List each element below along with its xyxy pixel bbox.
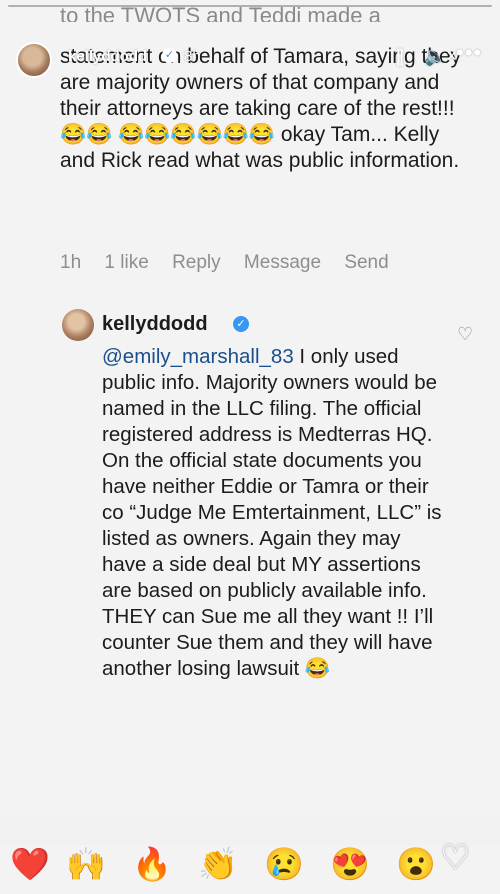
like-story-icon[interactable]: ♡: [440, 838, 480, 878]
story-timestamp: 8h: [184, 48, 201, 65]
comment-time: 1h: [60, 252, 82, 273]
reply-avatar[interactable]: [62, 309, 94, 341]
story-username[interactable]: kellyddodd: [68, 48, 147, 65]
mute-icon[interactable]: 🔈×: [424, 46, 457, 67]
reaction-heart-eyes-icon[interactable]: 😍: [330, 846, 370, 882]
quick-reactions-bar: ❤️ 🙌 🔥 👏 😢 😍 😮: [0, 840, 500, 894]
like-comment-icon[interactable]: ♡: [457, 324, 473, 345]
bottom-fade: [0, 805, 500, 845]
send-button[interactable]: Send: [344, 252, 388, 273]
reply-verified-icon: ✓: [233, 316, 249, 332]
reaction-raising-hands-icon[interactable]: 🙌: [66, 846, 106, 882]
more-options-icon[interactable]: •••: [456, 40, 482, 66]
reply-username[interactable]: kellyddodd: [102, 313, 208, 336]
message-button[interactable]: Message: [244, 252, 321, 273]
reaction-surprised-face-icon[interactable]: 😮: [396, 846, 436, 882]
reaction-clapping-hands-icon[interactable]: 👏: [198, 846, 238, 882]
reply-text: @emily_marshall_83 I only used public in…: [102, 344, 442, 682]
pause-icon[interactable]: ||: [396, 46, 404, 67]
verified-badge-icon: ✓: [162, 48, 177, 63]
clipped-comment-text: to the TWOTS and Teddi made a: [60, 4, 381, 22]
story-header: kellyddodd ✓ 8h || 🔈× •••: [0, 40, 500, 82]
reaction-crying-face-icon[interactable]: 😢: [264, 846, 304, 882]
reaction-heart-icon[interactable]: ❤️: [10, 846, 50, 882]
reaction-fire-icon[interactable]: 🔥: [132, 846, 172, 882]
reply-body-text: I only used public info. Majority owners…: [102, 345, 442, 680]
comment-actions: 1h 1 like Reply Message Send: [60, 252, 407, 274]
comment-likes[interactable]: 1 like: [104, 252, 148, 273]
mention-link[interactable]: @emily_marshall_83: [102, 345, 294, 368]
reply-button[interactable]: Reply: [172, 252, 221, 273]
story-avatar[interactable]: [16, 42, 52, 78]
